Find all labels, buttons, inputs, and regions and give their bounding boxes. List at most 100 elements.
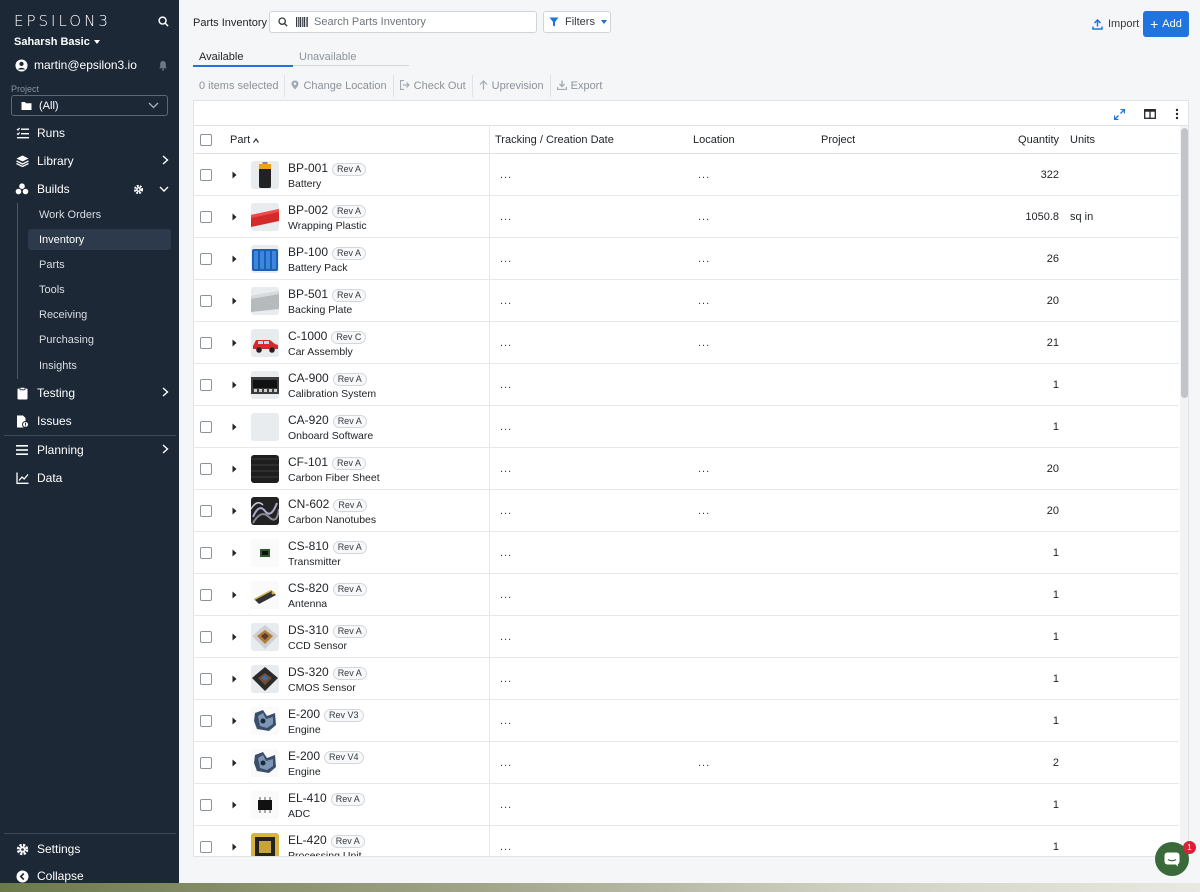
part-cell[interactable]: BP-100 Rev A Battery Pack <box>288 238 367 280</box>
location-cell[interactable]: ... <box>698 322 710 364</box>
tracking-cell[interactable]: ... <box>500 826 512 856</box>
part-cell[interactable]: CA-900 Rev A Calibration System <box>288 364 376 406</box>
select-all-checkbox[interactable] <box>200 126 212 153</box>
expand-row-toggle[interactable] <box>232 490 237 532</box>
part-number[interactable]: CA-920 <box>288 413 329 427</box>
row-checkbox[interactable] <box>200 448 212 490</box>
col-tracking[interactable]: Tracking / Creation Date <box>495 126 614 153</box>
row-checkbox[interactable] <box>200 616 212 658</box>
part-number[interactable]: E-200 <box>288 749 320 763</box>
expand-row-toggle[interactable] <box>232 658 237 700</box>
expand-icon[interactable] <box>1112 107 1126 121</box>
tracking-cell[interactable]: ... <box>500 406 512 448</box>
row-checkbox[interactable] <box>200 532 212 574</box>
expand-row-toggle[interactable] <box>232 742 237 784</box>
part-cell[interactable]: CS-810 Rev A Transmitter <box>288 532 367 574</box>
tracking-cell[interactable]: ... <box>500 700 512 742</box>
table-row[interactable]: E-200 Rev V3 Engine... 1 <box>194 700 1179 742</box>
table-row[interactable]: BP-100 Rev A Battery Pack...... 26 <box>194 238 1179 280</box>
subnav-receiving[interactable]: Receiving <box>28 304 171 325</box>
location-cell[interactable]: ... <box>698 154 710 196</box>
part-cell[interactable]: C-1000 Rev C Car Assembly <box>288 322 367 364</box>
scrollbar-thumb[interactable] <box>1181 128 1188 398</box>
user-row[interactable]: martin@epsilon3.io <box>14 58 170 72</box>
subnav-parts[interactable]: Parts <box>28 254 171 275</box>
location-cell[interactable]: ... <box>698 280 710 322</box>
expand-row-toggle[interactable] <box>232 238 237 280</box>
part-cell[interactable]: DS-310 Rev A CCD Sensor <box>288 616 367 658</box>
table-row[interactable]: DS-310 Rev A CCD Sensor... 1 <box>194 616 1179 658</box>
row-checkbox[interactable] <box>200 574 212 616</box>
part-cell[interactable]: EL-410 Rev A ADC <box>288 784 365 826</box>
part-number[interactable]: DS-320 <box>288 665 329 679</box>
row-checkbox[interactable] <box>200 700 212 742</box>
part-cell[interactable]: CA-920 Rev A Onboard Software <box>288 406 373 448</box>
nav-issues[interactable]: Issues <box>0 409 179 433</box>
row-checkbox[interactable] <box>200 826 212 856</box>
table-row[interactable]: CN-602 Rev A Carbon Nanotubes...... 20 <box>194 490 1179 532</box>
subnav-inventory[interactable]: Inventory <box>28 229 171 250</box>
export-button[interactable]: Export <box>551 75 609 97</box>
import-button[interactable]: Import <box>1090 17 1139 31</box>
table-row[interactable]: BP-002 Rev A Wrapping Plastic...... 1050.8 s… <box>194 196 1179 238</box>
subnav-insights[interactable]: Insights <box>28 355 171 376</box>
part-cell[interactable]: E-200 Rev V3 Engine <box>288 700 364 742</box>
expand-row-toggle[interactable] <box>232 154 237 196</box>
subnav-tools[interactable]: Tools <box>28 279 171 300</box>
filters-button[interactable]: Filters <box>543 11 611 33</box>
change-location-button[interactable]: Change Location <box>285 75 394 97</box>
expand-row-toggle[interactable] <box>232 532 237 574</box>
subnav-work-orders[interactable]: Work Orders <box>28 204 171 225</box>
row-checkbox[interactable] <box>200 364 212 406</box>
part-number[interactable]: BP-001 <box>288 161 328 175</box>
part-number[interactable]: EL-410 <box>288 791 327 805</box>
nav-data[interactable]: Data <box>0 466 179 490</box>
gear-icon[interactable] <box>131 182 145 196</box>
col-location[interactable]: Location <box>693 126 735 153</box>
tracking-cell[interactable]: ... <box>500 238 512 280</box>
part-cell[interactable]: BP-002 Rev A Wrapping Plastic <box>288 196 367 238</box>
table-row[interactable]: BP-501 Rev A Backing Plate...... 20 <box>194 280 1179 322</box>
expand-row-toggle[interactable] <box>232 196 237 238</box>
bell-icon[interactable] <box>156 58 170 72</box>
expand-row-toggle[interactable] <box>232 700 237 742</box>
expand-row-toggle[interactable] <box>232 574 237 616</box>
columns-icon[interactable] <box>1143 107 1157 121</box>
part-number[interactable]: EL-420 <box>288 833 327 847</box>
tracking-cell[interactable]: ... <box>500 196 512 238</box>
table-row[interactable]: CA-920 Rev A Onboard Software... 1 <box>194 406 1179 448</box>
col-units[interactable]: Units <box>1070 126 1095 153</box>
expand-row-toggle[interactable] <box>232 364 237 406</box>
nav-runs[interactable]: Runs <box>0 121 179 145</box>
table-row[interactable]: CS-820 Rev A Antenna... 1 <box>194 574 1179 616</box>
location-cell[interactable]: ... <box>698 448 710 490</box>
part-cell[interactable]: BP-001 Rev A Battery <box>288 154 367 196</box>
location-cell[interactable]: ... <box>698 742 710 784</box>
table-row[interactable]: BP-001 Rev A Battery...... 322 <box>194 154 1179 196</box>
location-cell[interactable]: ... <box>698 238 710 280</box>
tracking-cell[interactable]: ... <box>500 280 512 322</box>
tracking-cell[interactable]: ... <box>500 364 512 406</box>
tracking-cell[interactable]: ... <box>500 532 512 574</box>
part-number[interactable]: CS-820 <box>288 581 329 595</box>
col-project[interactable]: Project <box>821 126 855 153</box>
table-row[interactable]: DS-320 Rev A CMOS Sensor... 1 <box>194 658 1179 700</box>
table-row[interactable]: CS-810 Rev A Transmitter... 1 <box>194 532 1179 574</box>
part-number[interactable]: C-1000 <box>288 329 327 343</box>
tracking-cell[interactable]: ... <box>500 574 512 616</box>
location-cell[interactable]: ... <box>698 196 710 238</box>
table-scrollbar[interactable] <box>1180 126 1188 856</box>
tracking-cell[interactable]: ... <box>500 616 512 658</box>
part-number[interactable]: CS-810 <box>288 539 329 553</box>
part-cell[interactable]: E-200 Rev V4 Engine <box>288 742 364 784</box>
row-checkbox[interactable] <box>200 154 212 196</box>
col-part[interactable]: Part <box>230 126 260 153</box>
table-row[interactable]: EL-410 Rev A ADC... 1 <box>194 784 1179 826</box>
row-checkbox[interactable] <box>200 322 212 364</box>
nav-planning[interactable]: Planning <box>0 438 179 462</box>
row-checkbox[interactable] <box>200 784 212 826</box>
nav-builds[interactable]: Builds <box>0 177 179 201</box>
part-number[interactable]: DS-310 <box>288 623 329 637</box>
row-checkbox[interactable] <box>200 280 212 322</box>
tracking-cell[interactable]: ... <box>500 490 512 532</box>
